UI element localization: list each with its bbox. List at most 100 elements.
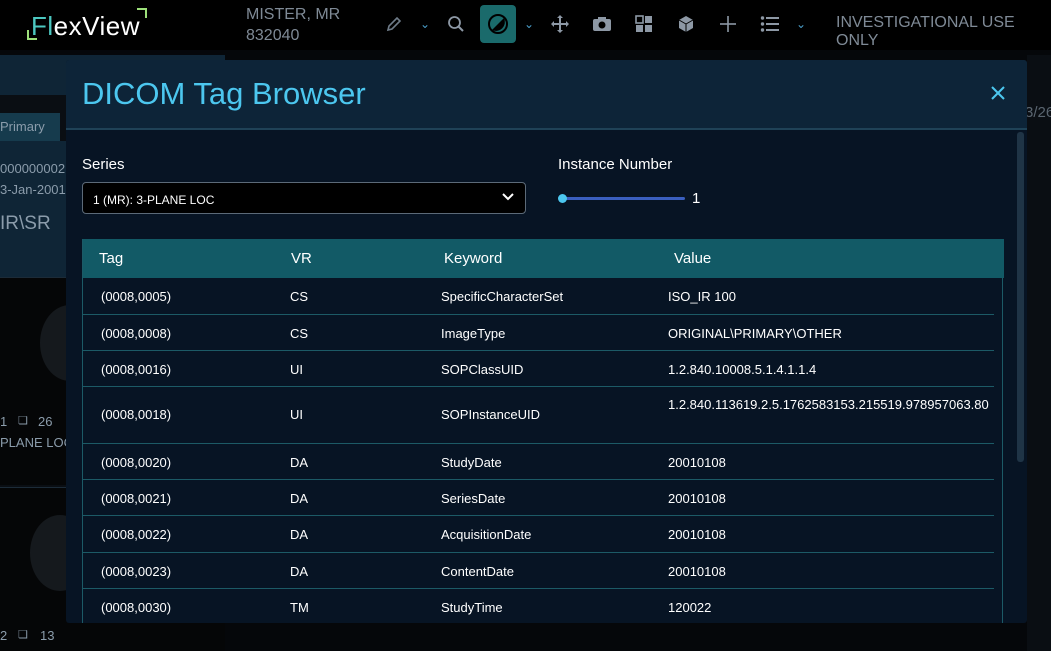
vr-cell: DA xyxy=(290,527,309,542)
dialog-scrollbar[interactable] xyxy=(1017,132,1024,462)
table-header: Tag VR Keyword Value xyxy=(83,239,1004,278)
table-row[interactable]: (0008,0018) UI SOPInstanceUID 1.2.840.11361… xyxy=(83,387,994,444)
keyword-cell: AcquisitionDate xyxy=(441,527,532,542)
window-level-dropdown-chevron-icon[interactable]: ⌄ xyxy=(522,17,536,31)
patient-id: 832040 xyxy=(246,27,300,44)
value-cell: 120022 xyxy=(668,600,712,615)
tag-cell: (0008,0023) xyxy=(101,564,172,579)
value-cell: ISO_IR 100 xyxy=(668,289,736,304)
value-cell: 1.2.840.10008.5.1.4.1.1.4 xyxy=(668,362,817,377)
keyword-cell: SeriesDate xyxy=(441,491,506,506)
more-tools-list-icon[interactable] xyxy=(752,5,788,43)
vr-cell: TM xyxy=(290,600,309,615)
measure-dropdown-chevron-icon[interactable]: ⌄ xyxy=(418,17,432,31)
tag-cell: (0008,0020) xyxy=(101,455,172,470)
tab-primary[interactable]: Primary xyxy=(0,113,60,141)
vr-cell: UI xyxy=(290,407,303,422)
pan-move-icon[interactable] xyxy=(542,5,578,43)
keyword-cell: SOPClassUID xyxy=(441,362,524,377)
value-cell: 1.2.840.113619.2.5.1762583153.215519.978… xyxy=(668,397,989,412)
series-thumbnail-index: 1 xyxy=(0,414,8,429)
crosshair-icon[interactable] xyxy=(710,5,746,43)
keyword-cell: SOPInstanceUID xyxy=(441,407,540,422)
vr-cell: CS xyxy=(290,289,309,304)
series-thumbnail-label: PLANE LOC xyxy=(0,435,73,450)
table-row[interactable]: (0008,0020) DA StudyDate 20010108 xyxy=(83,444,994,480)
value-cell: ORIGINAL\PRIMARY\OTHER xyxy=(668,326,842,341)
top-header: FlexView MISTER, MR 832040 ⌄ ⌄ ⌄ INVESTI… xyxy=(0,0,1051,50)
window-level-icon[interactable] xyxy=(480,5,516,43)
series-thumbnail-count: 13 xyxy=(40,628,55,643)
vr-cell: DA xyxy=(290,491,309,506)
tag-cell: (0008,0021) xyxy=(101,491,172,506)
column-header-vr[interactable]: VR xyxy=(291,250,312,267)
instances-icon: ❏ xyxy=(18,629,28,641)
series-label: Series xyxy=(82,156,125,173)
tag-cell: (0008,0008) xyxy=(101,326,172,341)
instance-number-value: 1 xyxy=(692,190,701,207)
layout-grid-icon[interactable] xyxy=(626,5,662,43)
instances-icon: ❏ xyxy=(18,415,28,427)
app-root: FlexView MISTER, MR 832040 ⌄ ⌄ ⌄ INVESTI… xyxy=(0,0,1051,651)
viewer-toolbar: ⌄ ⌄ ⌄ xyxy=(376,4,808,44)
column-header-keyword[interactable]: Keyword xyxy=(444,250,502,267)
study-info-modality: IR\SR xyxy=(0,213,51,234)
instance-number-slider[interactable] xyxy=(558,192,688,206)
tag-cell: (0008,0016) xyxy=(101,362,172,377)
table-row[interactable]: (0008,0016) UI SOPClassUID 1.2.840.10008.5.… xyxy=(83,351,994,387)
series-thumbnail-count: 26 xyxy=(38,414,53,429)
value-cell: 20010108 xyxy=(668,564,726,579)
series-thumbnail-index: 2 xyxy=(0,628,8,643)
table-row[interactable]: (0008,0008) CS ImageType ORIGINAL\PRIMARY\O… xyxy=(83,315,994,351)
tag-cell: (0008,0022) xyxy=(101,527,172,542)
table-row[interactable]: (0008,0030) TM StudyTime 120022 xyxy=(83,589,994,623)
column-header-tag[interactable]: Tag xyxy=(99,250,123,267)
viewport-instance-indicator: 3/26 xyxy=(1025,104,1051,121)
flexview-logo: FlexView xyxy=(27,8,147,42)
dialog-title: DICOM Tag Browser xyxy=(82,76,366,111)
zoom-search-icon[interactable] xyxy=(438,5,474,43)
close-icon[interactable] xyxy=(987,82,1009,104)
series-select-value: 1 (MR): 3-PLANE LOC xyxy=(93,193,215,207)
dialog-header: DICOM Tag Browser xyxy=(66,60,1027,130)
tag-cell: (0008,0005) xyxy=(101,289,172,304)
keyword-cell: SpecificCharacterSet xyxy=(441,289,564,304)
keyword-cell: ContentDate xyxy=(441,564,514,579)
study-info-date: 3-Jan-2001 xyxy=(0,182,66,197)
keyword-cell: StudyDate xyxy=(441,455,502,470)
vr-cell: DA xyxy=(290,564,309,579)
series-select[interactable]: 1 (MR): 3-PLANE LOC xyxy=(82,182,526,214)
value-cell: 20010108 xyxy=(668,527,726,542)
3d-cube-icon[interactable] xyxy=(668,5,704,43)
table-row[interactable]: (0008,0021) DA SeriesDate 20010108 xyxy=(83,480,994,516)
value-cell: 20010108 xyxy=(668,455,726,470)
vr-cell: DA xyxy=(290,455,309,470)
table-row[interactable]: (0008,0023) DA ContentDate 20010108 xyxy=(83,553,994,589)
vr-cell: CS xyxy=(290,326,309,341)
instance-number-label: Instance Number xyxy=(558,156,673,173)
dicom-tag-table: Tag VR Keyword Value (0008,0005) CS Specif… xyxy=(82,239,1004,623)
keyword-cell: StudyTime xyxy=(441,600,503,615)
tag-cell: (0008,0018) xyxy=(101,407,172,422)
table-row[interactable]: (0008,0005) CS SpecificCharacterSet ISO_IR … xyxy=(83,278,994,315)
table-row[interactable]: (0008,0022) DA AcquisitionDate 20010108 xyxy=(83,516,994,553)
column-header-value[interactable]: Value xyxy=(674,250,711,267)
logo-prefix: Fl xyxy=(31,11,54,41)
slider-handle[interactable] xyxy=(558,194,567,203)
logo-suffix: exView xyxy=(53,11,141,41)
value-cell: 20010108 xyxy=(668,491,726,506)
measure-pencil-icon[interactable] xyxy=(376,5,412,43)
study-info-id: 000000002 xyxy=(0,161,66,176)
investigational-use-notice: INVESTIGATIONAL USE ONLY xyxy=(836,14,1015,49)
patient-name: MISTER, MR xyxy=(246,6,341,23)
more-tools-dropdown-chevron-icon[interactable]: ⌄ xyxy=(794,17,808,31)
keyword-cell: ImageType xyxy=(441,326,506,341)
patient-info: MISTER, MR 832040 xyxy=(246,4,340,46)
capture-camera-icon[interactable] xyxy=(584,5,620,43)
tag-cell: (0008,0030) xyxy=(101,600,172,615)
vr-cell: UI xyxy=(290,362,303,377)
logo-text: FlexView xyxy=(31,11,140,42)
viewport-right-edge: 3/26 xyxy=(1025,55,1051,651)
chevron-down-icon xyxy=(502,193,514,201)
slider-track xyxy=(562,197,685,200)
